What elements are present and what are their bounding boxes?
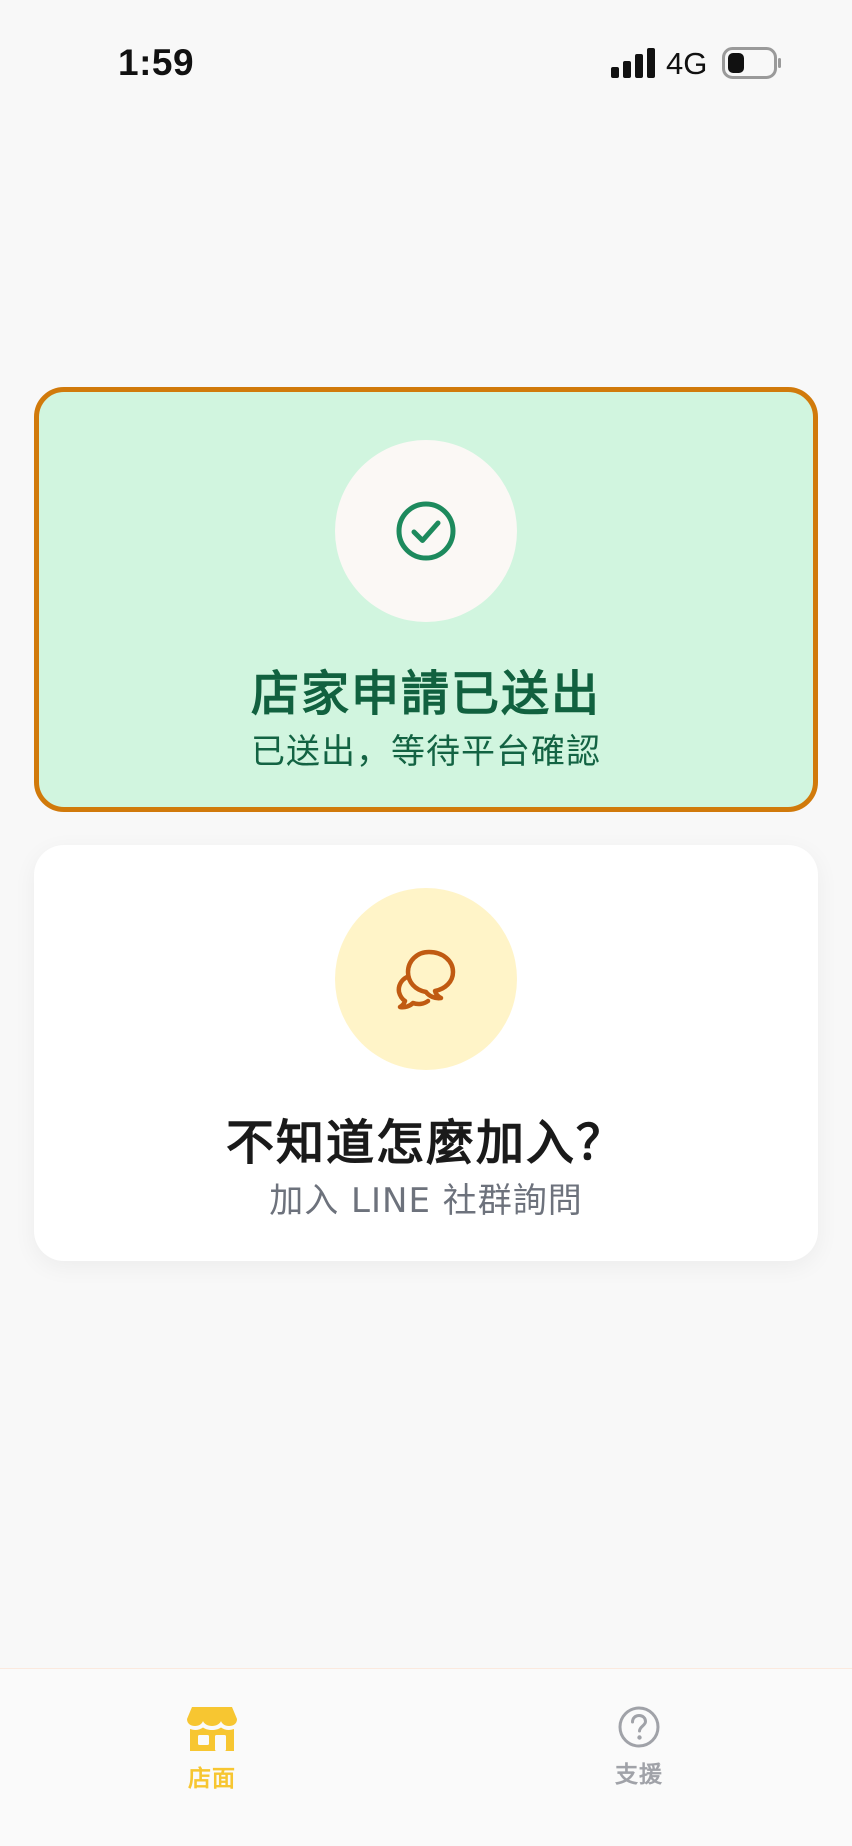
help-icon-circle [335, 888, 517, 1070]
status-time: 1:59 [118, 42, 195, 83]
check-circle-icon [396, 501, 456, 561]
tab-storefront-label: 店面 [188, 1766, 236, 1792]
bottom-navigation: 店面 支援 [0, 1668, 852, 1846]
cellular-signal-icon [611, 48, 655, 78]
status-subtitle: 已送出，等待平台確認 [251, 732, 601, 772]
network-type: 4G [666, 46, 708, 81]
storefront-icon [187, 1707, 237, 1751]
status-icon-circle [335, 440, 517, 622]
help-subtitle[interactable]: 加入 LINE 社群詢問 [34, 1173, 818, 1222]
battery-icon [722, 47, 781, 79]
help-title: 不知道怎麼加入？ [225, 1115, 626, 1171]
status-bar: 1:59 4G [0, 0, 852, 130]
status-title: 店家申請已送出 [250, 666, 601, 722]
join-line-community-card[interactable]: 不知道怎麼加入？ 加入 LINE 社群詢問 [34, 845, 818, 1261]
help-circle-icon [618, 1706, 660, 1748]
application-status-card: 店家申請已送出 已送出，等待平台確認 [34, 387, 818, 812]
tab-support-label: 支援 [615, 1762, 663, 1788]
chat-bubbles-icon [396, 949, 456, 1010]
tab-support[interactable]: 支援 [579, 1705, 699, 1789]
tab-storefront[interactable]: 店面 [152, 1705, 272, 1793]
